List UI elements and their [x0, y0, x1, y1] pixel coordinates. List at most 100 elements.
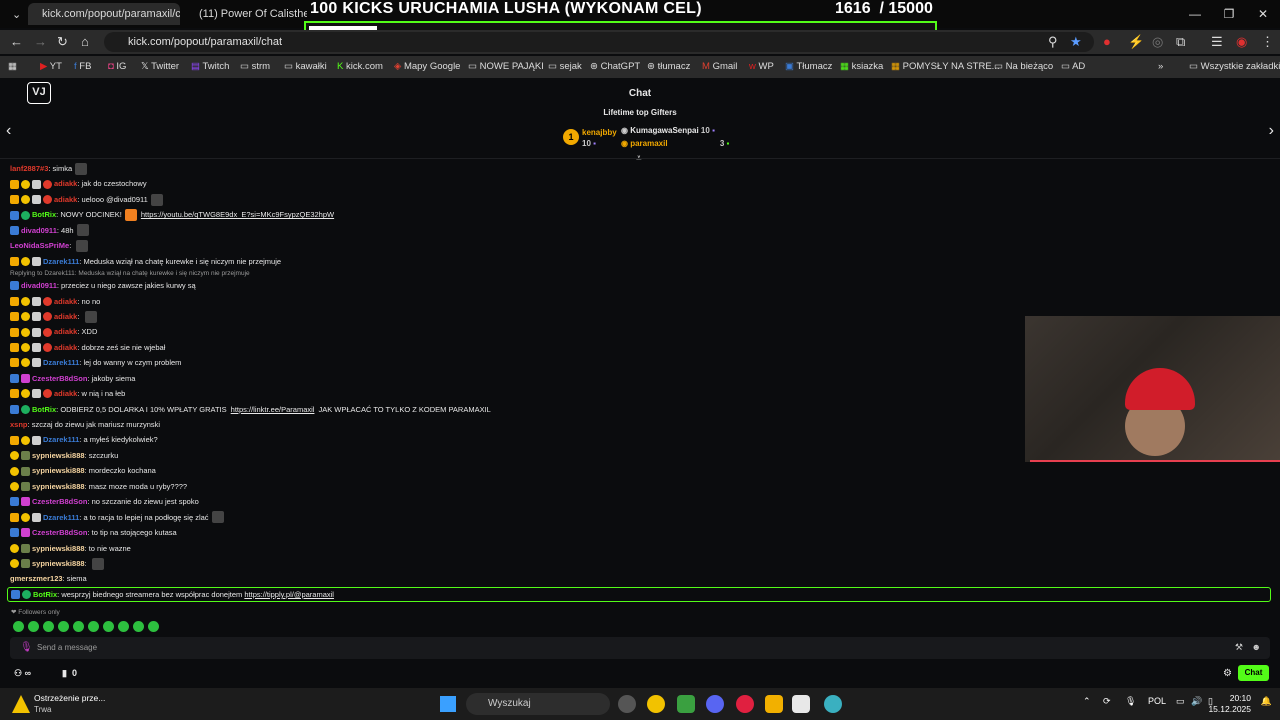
- more-bookmarks-icon[interactable]: »: [1158, 61, 1163, 72]
- chat-username[interactable]: LeoNidaSsPriMe: [10, 238, 69, 253]
- windows-start-icon[interactable]: [440, 696, 456, 712]
- restore-icon[interactable]: ❐: [1212, 0, 1246, 28]
- bookmark-sejak[interactable]: ▭ sejak: [548, 61, 582, 72]
- close-window-icon[interactable]: ✕: [1246, 0, 1280, 28]
- chat-username[interactable]: adiakk: [54, 340, 77, 355]
- emote-icon[interactable]: [118, 621, 129, 632]
- bookmark-ad[interactable]: ▭ AD: [1061, 61, 1085, 72]
- url-field[interactable]: kick.com/popout/paramaxil/chat: [104, 32, 1094, 52]
- bookmark-kick[interactable]: K kick.com: [337, 61, 383, 72]
- network-icon[interactable]: ▭: [1176, 696, 1185, 707]
- reload-icon[interactable]: ↻: [57, 34, 68, 50]
- record-extension-icon[interactable]: ●: [1103, 34, 1111, 49]
- bookmark-ig[interactable]: ◘ IG: [108, 61, 126, 72]
- chevron-right-icon[interactable]: ›: [1269, 122, 1274, 140]
- send-chat-button[interactable]: Chat: [1238, 665, 1269, 681]
- chat-username[interactable]: BotRix: [32, 207, 56, 222]
- chat-username[interactable]: sypniewski888: [32, 463, 85, 478]
- chat-username[interactable]: sypniewski888: [32, 448, 85, 463]
- chat-username[interactable]: divad0911: [21, 223, 57, 238]
- gifter-3[interactable]: ◉ paramaxil 3 ▪: [621, 139, 729, 148]
- bookmark-pomysly[interactable]: ▦ POMYSŁY NA STRE...: [891, 61, 1000, 72]
- browser-icon[interactable]: [824, 695, 842, 713]
- sync-icon[interactable]: ⟳: [1103, 696, 1111, 707]
- bookmark-tlumacz2[interactable]: ▣ Tłumacz: [785, 61, 832, 72]
- emote-icon[interactable]: [43, 621, 54, 632]
- chevron-left-icon[interactable]: ‹: [6, 122, 11, 140]
- mic-icon[interactable]: 🎙: [20, 642, 33, 653]
- bookmark-nowe-pajaki[interactable]: ▭ NOWE PAJĄKI: [468, 61, 544, 72]
- chat-link[interactable]: https://linktr.ee/Paramaxil: [231, 402, 315, 417]
- emote-icon[interactable]: [28, 621, 39, 632]
- warning-icon[interactable]: [12, 695, 30, 713]
- emote-icon[interactable]: [133, 621, 144, 632]
- emote-icon[interactable]: [148, 621, 159, 632]
- extension2-icon[interactable]: ◎: [1152, 34, 1163, 50]
- apps-icon[interactable]: ▦: [8, 61, 17, 72]
- bookmark-all[interactable]: ▭ Wszystkie zakładki: [1189, 61, 1280, 72]
- emote-icon[interactable]: [88, 621, 99, 632]
- emoji-icon[interactable]: ☻: [1252, 642, 1261, 652]
- tab-youtube[interactable]: (11) Power Of Calisthenics Gi: [185, 3, 307, 25]
- command-icon[interactable]: ⚒: [1235, 642, 1243, 653]
- reading-list-icon[interactable]: ☰: [1211, 34, 1223, 50]
- minimize-icon[interactable]: —: [1178, 0, 1212, 28]
- emote-icon[interactable]: [103, 621, 114, 632]
- forward-icon[interactable]: →: [34, 34, 47, 49]
- bookmark-yt[interactable]: ▶ YT: [40, 61, 62, 72]
- language-indicator[interactable]: POL: [1148, 696, 1166, 706]
- bookmark-wp[interactable]: w WP: [749, 61, 774, 72]
- chat-username[interactable]: sypniewski888: [32, 541, 85, 556]
- pinned-message[interactable]: BotRix: wesprzyj biednego streamera bez …: [7, 587, 1271, 602]
- chat-username[interactable]: lanf2887#3: [10, 161, 48, 176]
- back-icon[interactable]: ←: [10, 34, 23, 49]
- top-gifter-name[interactable]: kenajbby: [582, 128, 617, 137]
- tray-chevron-icon[interactable]: ⌃: [1083, 696, 1091, 707]
- chat-username[interactable]: sypniewski888: [32, 556, 85, 571]
- bookmark-maps[interactable]: ◈ Mapy Google: [394, 61, 460, 72]
- chat-username[interactable]: CzesterB8dSon: [32, 494, 87, 509]
- chat-username[interactable]: Dzarek111: [43, 254, 79, 269]
- tab-kick-chat[interactable]: kick.com/popout/paramaxil/cha ✕: [28, 3, 180, 25]
- chat-link[interactable]: https://youtu.be/qTWG8E9dx_E?si=MKc9Fsyp…: [141, 207, 334, 222]
- bookmark-kawalki[interactable]: ▭ kawałki: [284, 61, 327, 72]
- volume-icon[interactable]: 🔊: [1191, 696, 1202, 707]
- bookmark-ksiazka[interactable]: ▦ ksiazka: [840, 61, 883, 72]
- profile-icon[interactable]: ◉: [1236, 34, 1247, 50]
- bookmark-na-biezaco[interactable]: ▭ Na bieżąco: [994, 61, 1053, 72]
- opera-icon[interactable]: [736, 695, 754, 713]
- bookmark-star-icon[interactable]: ★: [1070, 34, 1082, 50]
- bookmark-strm[interactable]: ▭ strm: [240, 61, 270, 72]
- chat-username[interactable]: adiakk: [54, 324, 77, 339]
- mic-tray-icon[interactable]: 🎙: [1125, 696, 1136, 707]
- chat-username[interactable]: divad0911: [21, 278, 57, 293]
- notif-title[interactable]: Ostrzeżenie prze...: [34, 693, 105, 703]
- taskbar-search[interactable]: Wyszukaj: [466, 693, 610, 715]
- vpn-icon[interactable]: [677, 695, 695, 713]
- chat-username[interactable]: sypniewski888: [32, 479, 85, 494]
- tab-list-button[interactable]: ⌄: [4, 3, 24, 25]
- bookmark-twitch[interactable]: ▤ Twitch: [191, 61, 229, 72]
- file-explorer-icon[interactable]: [765, 695, 783, 713]
- discord-icon[interactable]: [706, 695, 724, 713]
- extension-icon[interactable]: ⚡: [1128, 34, 1144, 50]
- bookmark-fb[interactable]: f FB: [74, 61, 91, 72]
- chat-username[interactable]: CzesterB8dSon: [32, 525, 87, 540]
- chat-username[interactable]: adiakk: [54, 386, 77, 401]
- emote-icon[interactable]: [58, 621, 69, 632]
- zoom-icon[interactable]: ⚲: [1048, 34, 1058, 50]
- clock[interactable]: 20:10 15.12.2025: [1208, 693, 1251, 715]
- chat-username[interactable]: CzesterB8dSon: [32, 371, 87, 386]
- chat-username[interactable]: adiakk: [54, 176, 77, 191]
- bookmark-chatgpt[interactable]: ⊛ ChatGPT: [590, 61, 640, 72]
- pinned-username[interactable]: BotRix: [33, 588, 57, 601]
- chat-username[interactable]: adiakk: [54, 192, 77, 207]
- home-icon[interactable]: ⌂: [81, 34, 89, 49]
- pinned-link[interactable]: https://tipply.pl/@paramaxil: [244, 588, 334, 601]
- notifications-icon[interactable]: 🔔: [1261, 696, 1272, 707]
- bookmark-gmail[interactable]: M Gmail: [702, 61, 737, 72]
- reply-context[interactable]: Replying to Dzarek111: Meduska wziął na …: [10, 269, 1110, 278]
- chat-username[interactable]: Dzarek111: [43, 432, 79, 447]
- message-input[interactable]: 🎙 Send a message ⚒ ☻: [10, 637, 1270, 659]
- app-icon[interactable]: [792, 695, 810, 713]
